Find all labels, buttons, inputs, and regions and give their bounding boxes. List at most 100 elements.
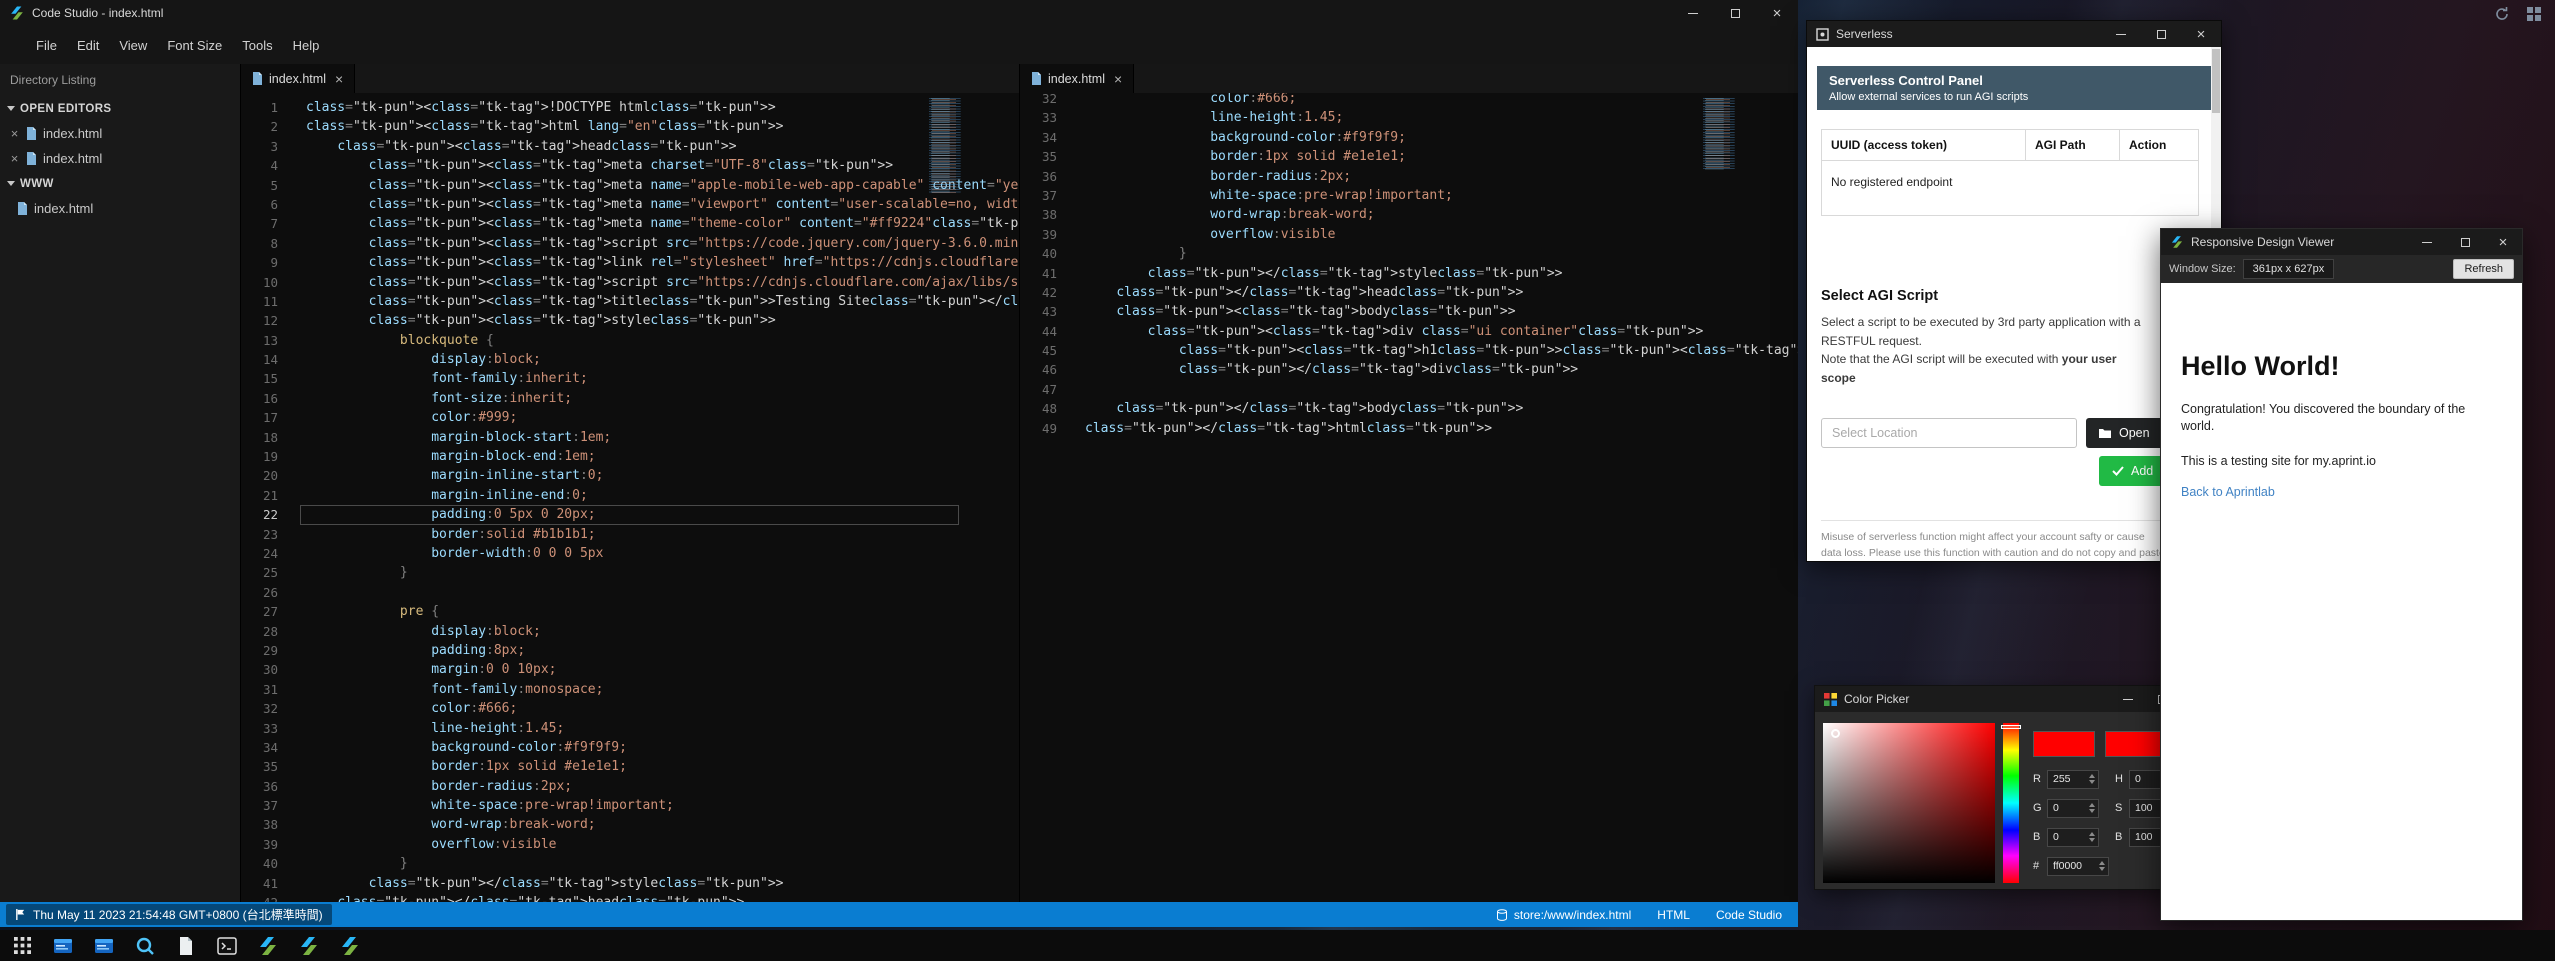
code-line[interactable]: padding:8px; (306, 641, 1019, 660)
scrollbar-thumb[interactable] (2212, 49, 2220, 113)
minimap[interactable] (929, 98, 965, 193)
taskbar-code-studio-icon[interactable] (297, 934, 321, 958)
refresh-button[interactable]: Refresh (2453, 259, 2514, 279)
code-line[interactable]: color:#666; (306, 699, 1019, 718)
code-line[interactable]: class="tk-pun"><class="tk-tag">h1class="… (1085, 341, 1798, 360)
value-input[interactable]: 0 (2047, 828, 2099, 847)
code-line[interactable]: color:#999; (306, 408, 1019, 427)
close-icon[interactable]: × (9, 151, 20, 166)
code-line[interactable]: font-family:inherit; (306, 369, 1019, 388)
code-line[interactable]: class="tk-pun"><class="tk-tag">link rel=… (306, 253, 1019, 272)
sidebar-section-open-editors[interactable]: OPEN EDITORS (0, 96, 240, 121)
code-content[interactable]: class="tk-pun"><class="tk-tag">!DOCTYPE … (300, 98, 1019, 902)
code-content[interactable]: color:#666; line-height:1.45; background… (1079, 93, 1798, 902)
tab-index-html[interactable]: index.html × (1020, 64, 1134, 93)
menu-edit[interactable]: Edit (67, 34, 109, 57)
location-input[interactable] (1821, 418, 2077, 448)
menu-file[interactable]: File (26, 34, 67, 57)
code-line[interactable]: border-width:0 0 0 5px (306, 544, 1019, 563)
sidebar-item-index.html[interactable]: ×index.html (0, 146, 240, 171)
code-line[interactable]: class="tk-pun"><class="tk-tag">meta char… (306, 156, 1019, 175)
close-icon[interactable]: × (2484, 229, 2522, 255)
code-line[interactable]: margin-block-start:1em; (306, 428, 1019, 447)
code-line[interactable]: font-family:monospace; (306, 680, 1019, 699)
hue-slider-thumb[interactable] (2001, 725, 2021, 729)
code-line[interactable]: } (306, 854, 1019, 873)
taskbar-file-white-icon[interactable] (174, 934, 198, 958)
code-line[interactable]: } (1085, 244, 1798, 263)
minimize-icon[interactable] (1672, 0, 1714, 26)
code-scroller[interactable]: 323334353637383940414243444546474849 col… (1020, 93, 1798, 902)
code-line[interactable]: blockquote { (306, 331, 1019, 350)
status-language[interactable]: HTML (1657, 908, 1690, 922)
code-line[interactable]: class="tk-pun"><class="tk-tag">styleclas… (306, 311, 1019, 330)
code-line[interactable]: class="tk-pun"><class="tk-tag">!DOCTYPE … (306, 98, 1019, 117)
code-line[interactable]: class="tk-pun"></class="tk-tag">bodyclas… (1085, 399, 1798, 418)
value-input[interactable]: 0 (2047, 799, 2099, 818)
taskbar-start-grid-icon[interactable] (10, 934, 34, 958)
maximize-icon[interactable] (2141, 21, 2181, 47)
sidebar-section-www[interactable]: WWW (0, 171, 240, 196)
code-line[interactable]: line-height:1.45; (1085, 108, 1798, 127)
code-line[interactable]: border-radius:2px; (1085, 167, 1798, 186)
code-line[interactable]: line-height:1.45; (306, 719, 1019, 738)
taskbar-window-blue-icon[interactable] (51, 934, 75, 958)
code-line[interactable]: class="tk-pun"></class="tk-tag">stylecla… (306, 874, 1019, 893)
serverless-title-bar[interactable]: Serverless × (1807, 21, 2221, 47)
code-line[interactable]: class="tk-pun"><class="tk-tag">meta name… (306, 195, 1019, 214)
window-size-value[interactable]: 361px x 627px (2243, 259, 2335, 279)
code-line[interactable]: display:block; (306, 350, 1019, 369)
status-file-path[interactable]: store:/www/index.html (1496, 908, 1631, 922)
saturation-value-area[interactable] (1823, 723, 1995, 883)
close-icon[interactable]: × (1756, 0, 1798, 26)
back-to-aprintlab-link[interactable]: Back to Aprintlab (2181, 485, 2502, 499)
code-line[interactable]: class="tk-pun"></class="tk-tag">headclas… (1085, 283, 1798, 302)
code-line[interactable]: white-space:pre-wrap!important; (306, 796, 1019, 815)
code-line[interactable]: } (306, 563, 1019, 582)
close-icon[interactable]: × (335, 71, 343, 87)
status-app-name[interactable]: Code Studio (1716, 908, 1782, 922)
code-line[interactable]: margin-inline-end:0; (306, 486, 1019, 505)
taskbar-window-blue-icon[interactable] (92, 934, 116, 958)
code-line[interactable]: class="tk-pun"><class="tk-tag">script sr… (306, 273, 1019, 292)
code-line[interactable]: class="tk-pun"><class="tk-tag">div class… (1085, 322, 1798, 341)
menu-view[interactable]: View (109, 34, 157, 57)
code-line[interactable]: margin:0 0 10px; (306, 660, 1019, 679)
close-icon[interactable]: × (2181, 21, 2221, 47)
minimap[interactable] (1703, 98, 1739, 170)
taskbar-search-blue-icon[interactable] (133, 934, 157, 958)
code-line[interactable]: word-wrap:break-word; (1085, 205, 1798, 224)
hue-slider[interactable] (2003, 723, 2019, 883)
taskbar-code-studio-icon[interactable] (256, 934, 280, 958)
minimize-icon[interactable] (2111, 686, 2145, 712)
code-line[interactable]: class="tk-pun"></class="tk-tag">stylecla… (1085, 264, 1798, 283)
code-line[interactable]: background-color:#f9f9f9; (306, 738, 1019, 757)
code-line[interactable]: overflow:visible (306, 835, 1019, 854)
code-line[interactable]: class="tk-pun"><class="tk-tag">titleclas… (306, 292, 1019, 311)
maximize-icon[interactable] (1714, 0, 1756, 26)
taskbar-terminal-icon[interactable] (215, 934, 239, 958)
close-icon[interactable]: × (9, 126, 20, 141)
apps-grid-icon[interactable] (2525, 5, 2543, 23)
maximize-icon[interactable] (2446, 229, 2484, 255)
code-line[interactable]: padding:0 5px 0 20px; (306, 505, 1019, 524)
code-line[interactable] (1085, 380, 1798, 399)
code-line[interactable]: class="tk-pun"><class="tk-tag">meta name… (306, 214, 1019, 233)
code-line[interactable]: display:block; (306, 622, 1019, 641)
code-line[interactable]: border:1px solid #e1e1e1; (306, 757, 1019, 776)
code-line[interactable]: class="tk-pun"></class="tk-tag">headclas… (306, 893, 1019, 902)
code-line[interactable]: class="tk-pun"><class="tk-tag">html lang… (306, 117, 1019, 136)
code-scroller[interactable]: 1234567891011121314151617181920212223242… (241, 93, 1019, 902)
code-line[interactable]: class="tk-pun"></class="tk-tag">divclass… (1085, 360, 1798, 379)
refresh-icon[interactable] (2493, 5, 2511, 23)
code-line[interactable]: border-radius:2px; (306, 777, 1019, 796)
minimize-icon[interactable] (2408, 229, 2446, 255)
code-line[interactable]: pre { (306, 602, 1019, 621)
taskbar-code-studio-icon[interactable] (338, 934, 362, 958)
color-picker-title-bar[interactable]: Color Picker × (1815, 686, 2213, 712)
status-time[interactable]: Thu May 11 2023 21:54:48 GMT+0800 (台北標準時… (6, 904, 332, 925)
menu-help[interactable]: Help (283, 34, 330, 57)
tab-index-html[interactable]: index.html × (241, 64, 355, 93)
rdv-title-bar[interactable]: Responsive Design Viewer × (2161, 229, 2522, 255)
code-line[interactable]: class="tk-pun"><class="tk-tag">script sr… (306, 234, 1019, 253)
